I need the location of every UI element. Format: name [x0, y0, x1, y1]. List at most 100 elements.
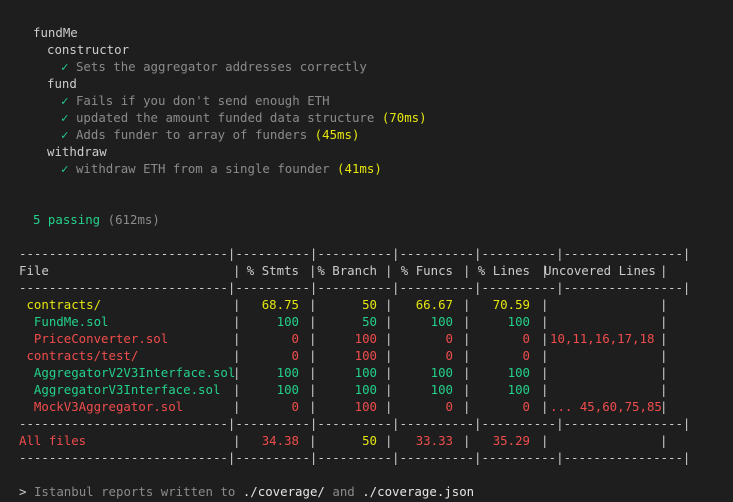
cell-lines: 70.59: [492, 297, 530, 312]
column-divider: |: [309, 348, 317, 363]
column-divider: |: [463, 382, 471, 397]
suite-withdraw: withdraw: [47, 144, 107, 159]
test-name: withdraw ETH from a single founder: [75, 161, 330, 176]
file-name: MockV3Aggregator.sol: [19, 399, 184, 414]
cell-branch: 100: [354, 331, 377, 346]
file-name: PriceConverter.sol: [19, 331, 169, 346]
cell-lines: 100: [507, 365, 530, 380]
cell-branch: 100: [354, 399, 377, 414]
table-header: File % Stmts % Branch % Funcs % Lines Uncover…: [19, 262, 669, 279]
table-row: FundMe.sol 100 50 100 100 | | | | | |: [19, 313, 669, 330]
table-separator: ----------------------------|----------|…: [19, 416, 691, 431]
passing-count: 5 passing: [33, 212, 101, 227]
cell-stmts: 0: [291, 331, 299, 346]
suite-fund: fund: [47, 76, 77, 91]
column-divider: |: [660, 314, 668, 329]
check-icon: ✓: [61, 59, 69, 74]
column-divider: |: [385, 365, 393, 380]
column-divider: |: [233, 433, 241, 448]
column-divider: |: [463, 297, 471, 312]
file-name: AggregatorV3Interface.sol: [19, 382, 221, 397]
column-divider: |: [463, 263, 471, 278]
column-divider: |: [660, 263, 668, 278]
test-duration: (45ms): [314, 127, 360, 142]
cell-funcs: 0: [445, 348, 453, 363]
column-divider: |: [385, 348, 393, 363]
cell-stmts: 100: [276, 382, 299, 397]
column-divider: |: [309, 433, 317, 448]
header-branch: % Branch: [317, 263, 377, 278]
column-divider: |: [309, 297, 317, 312]
table-row: AggregatorV3Interface.sol 100 100 100 100 | | |…: [19, 381, 669, 398]
test-name: Adds funder to array of funders: [75, 127, 308, 142]
uncovered-lines: ... 45,60,75,85: [550, 399, 662, 414]
file-name: contracts/test/: [19, 348, 139, 363]
table-row: contracts/68.75 50 66.67 70.59 | | | | | |: [19, 296, 669, 313]
column-divider: |: [309, 365, 317, 380]
check-icon: ✓: [61, 110, 69, 125]
column-divider: |: [385, 433, 393, 448]
cell-lines: 0: [522, 331, 530, 346]
column-divider: |: [233, 297, 241, 312]
header-funcs: % Funcs: [400, 263, 453, 278]
test-name: Fails if you don't send enough ETH: [75, 93, 330, 108]
prompt-chevron: >: [19, 484, 27, 499]
file-name: All files: [19, 433, 87, 448]
check-icon: ✓: [61, 93, 69, 108]
column-divider: |: [541, 433, 549, 448]
test-result-row: ✓ updated the amount funded data structu…: [61, 109, 427, 126]
column-divider: |: [463, 399, 471, 414]
test-result-row: ✓ Fails if you don't send enough ETH: [61, 92, 330, 109]
cell-stmts: 100: [276, 365, 299, 380]
column-divider: |: [233, 263, 241, 278]
column-divider: |: [233, 314, 241, 329]
table-separator: ----------------------------|----------|…: [19, 450, 691, 465]
cell-lines: 35.29: [492, 433, 530, 448]
column-divider: |: [463, 314, 471, 329]
file-name: contracts/: [19, 297, 102, 312]
file-name: AggregatorV2V3Interface.sol: [19, 365, 236, 380]
table-row: MockV3Aggregator.sol 0 100 0 0 ... 45,60,75,8…: [19, 398, 669, 415]
column-divider: |: [385, 382, 393, 397]
cell-lines: 0: [522, 399, 530, 414]
cell-branch: 50: [362, 314, 377, 329]
cell-stmts: 0: [291, 399, 299, 414]
cell-lines: 100: [507, 382, 530, 397]
cell-branch: 100: [354, 382, 377, 397]
table-separator: ----------------------------|----------|…: [19, 280, 691, 295]
check-icon: ✓: [61, 127, 69, 142]
footer-text: Istanbul reports written to: [33, 484, 236, 499]
check-icon: ✓: [61, 161, 69, 176]
cell-funcs: 0: [445, 399, 453, 414]
column-divider: |: [233, 365, 241, 380]
column-divider: |: [233, 399, 241, 414]
test-result-row: ✓ withdraw ETH from a single founder (41…: [61, 160, 382, 177]
column-divider: |: [463, 365, 471, 380]
column-divider: |: [385, 399, 393, 414]
table-row: AggregatorV2V3Interface.sol 100 100 100 100 |…: [19, 364, 669, 381]
cell-funcs: 100: [430, 314, 453, 329]
column-divider: |: [541, 297, 549, 312]
cell-branch: 100: [354, 348, 377, 363]
table-total-row: All files 34.38 50 33.33 35.29 | | | | | |: [19, 432, 669, 449]
test-duration: (41ms): [337, 161, 382, 176]
column-divider: |: [541, 263, 549, 278]
cell-stmts: 34.38: [261, 433, 299, 448]
column-divider: |: [463, 331, 471, 346]
column-divider: |: [309, 314, 317, 329]
column-divider: |: [463, 433, 471, 448]
column-divider: |: [233, 382, 241, 397]
header-stmts: % Stmts: [246, 263, 299, 278]
column-divider: |: [541, 365, 549, 380]
column-divider: |: [541, 399, 549, 414]
column-divider: |: [309, 382, 317, 397]
cell-funcs: 33.33: [415, 433, 453, 448]
suite-constructor: constructor: [47, 42, 130, 57]
test-name: updated the amount funded data structure: [75, 110, 375, 125]
passing-summary: 5 passing (612ms): [33, 211, 160, 228]
file-name: FundMe.sol: [19, 314, 109, 329]
column-divider: |: [660, 331, 668, 346]
column-divider: |: [541, 348, 549, 363]
test-name: Sets the aggregator addresses correctly: [75, 59, 367, 74]
column-divider: |: [660, 348, 668, 363]
